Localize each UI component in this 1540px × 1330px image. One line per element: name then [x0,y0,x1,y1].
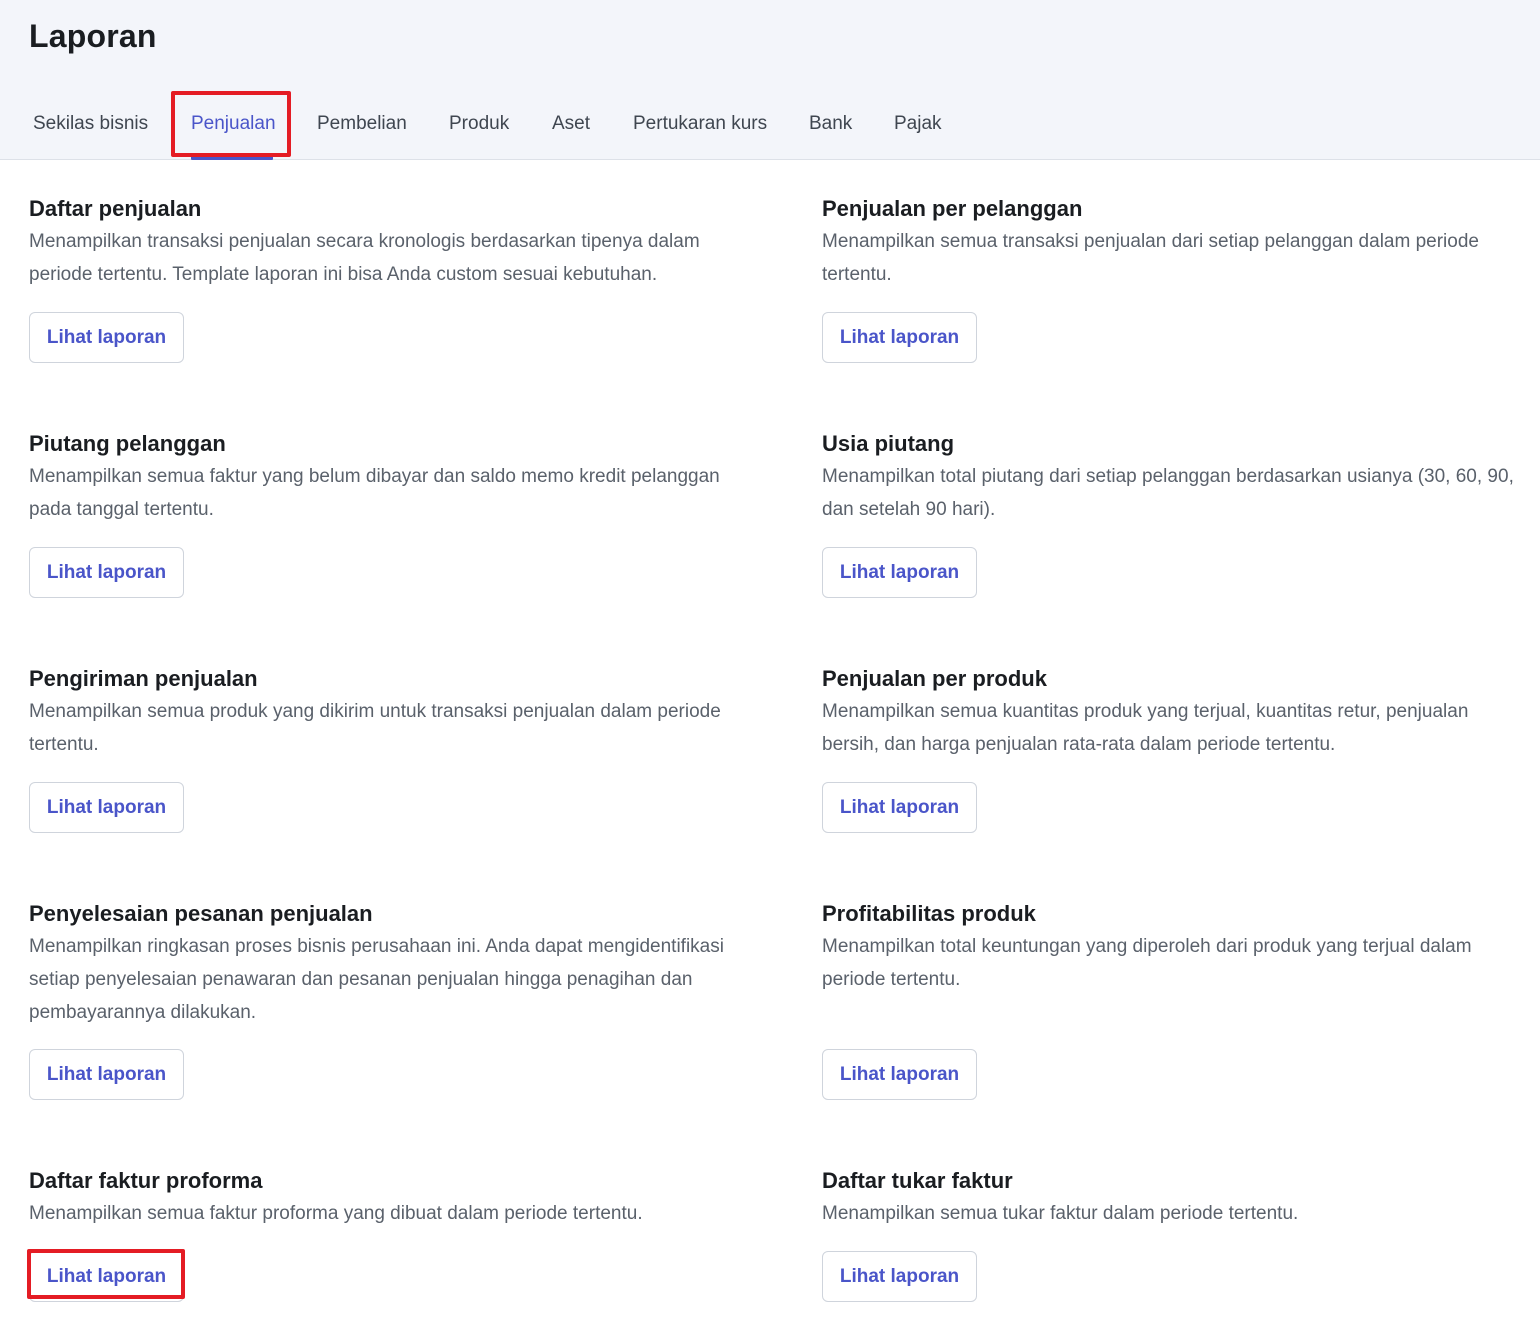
view-report-button-usia-piutang[interactable]: Lihat laporan [822,547,977,598]
tab-sekilas-bisnis[interactable]: Sekilas bisnis [33,96,148,158]
report-title: Piutang pelanggan [29,431,226,456]
report-description: Menampilkan semua faktur proforma yang d… [29,1203,643,1224]
report-title: Daftar tukar faktur [822,1168,1013,1193]
report-title: Penyelesaian pesanan penjualan [29,901,373,926]
report-description: Menampilkan transaksi penjualan secara k… [29,231,700,285]
view-report-button-penjualan-per-produk[interactable]: Lihat laporan [822,782,977,833]
tab-aset[interactable]: Aset [552,96,590,158]
active-tab-indicator [191,156,273,160]
report-description: Menampilkan total keuntungan yang dipero… [822,936,1472,990]
report-description: Menampilkan semua faktur yang belum diba… [29,466,720,520]
tab-pajak[interactable]: Pajak [894,96,942,158]
view-report-button-penjualan-per-pelanggan[interactable]: Lihat laporan [822,312,977,363]
report-description: Menampilkan ringkasan proses bisnis peru… [29,936,724,1023]
report-description: Menampilkan semua produk yang dikirim un… [29,701,721,755]
report-title: Usia piutang [822,431,955,456]
view-report-button-penyelesaian-pesanan-penjualan[interactable]: Lihat laporan [29,1049,184,1100]
report-title: Daftar faktur proforma [29,1168,263,1193]
report-card-daftar-faktur-proforma: Daftar faktur proforma Menampilkan semua… [29,1167,729,1230]
report-description: Menampilkan total piutang dari setiap pe… [822,466,1514,520]
report-title: Daftar penjualan [29,196,202,221]
view-report-button-daftar-tukar-faktur[interactable]: Lihat laporan [822,1251,977,1302]
report-description: Menampilkan semua transaksi penjualan da… [822,231,1479,285]
tab-pembelian[interactable]: Pembelian [317,96,407,158]
report-title: Pengiriman penjualan [29,666,258,691]
view-report-button-profitabilitas-produk[interactable]: Lihat laporan [822,1049,977,1100]
report-title: Profitabilitas produk [822,901,1036,926]
report-card-penjualan-per-pelanggan: Penjualan per pelanggan Menampilkan semu… [822,195,1522,291]
tab-penjualan[interactable]: Penjualan [191,96,276,158]
report-title: Penjualan per pelanggan [822,196,1083,221]
report-card-penyelesaian-pesanan-penjualan: Penyelesaian pesanan penjualan Menampilk… [29,900,729,1029]
report-title: Penjualan per produk [822,666,1047,691]
report-card-penjualan-per-produk: Penjualan per produk Menampilkan semua k… [822,665,1522,761]
report-description: Menampilkan semua kuantitas produk yang … [822,701,1469,755]
report-card-pengiriman-penjualan: Pengiriman penjualan Menampilkan semua p… [29,665,729,761]
report-description: Menampilkan semua tukar faktur dalam per… [822,1203,1299,1224]
tab-bank[interactable]: Bank [809,96,852,158]
page-title: Laporan [29,18,157,54]
view-report-button-pengiriman-penjualan[interactable]: Lihat laporan [29,782,184,833]
report-card-profitabilitas-produk: Profitabilitas produk Menampilkan total … [822,900,1522,996]
report-card-usia-piutang: Usia piutang Menampilkan total piutang d… [822,430,1522,526]
report-card-daftar-tukar-faktur: Daftar tukar faktur Menampilkan semua tu… [822,1167,1522,1230]
view-report-button-piutang-pelanggan[interactable]: Lihat laporan [29,547,184,598]
report-card-piutang-pelanggan: Piutang pelanggan Menampilkan semua fakt… [29,430,729,526]
tab-pertukaran-kurs[interactable]: Pertukaran kurs [633,96,767,158]
page-header: Laporan Sekilas bisnis Penjualan Pembeli… [0,0,1540,160]
view-report-button-daftar-faktur-proforma[interactable]: Lihat laporan [29,1251,184,1302]
view-report-button-daftar-penjualan[interactable]: Lihat laporan [29,312,184,363]
report-tabs: Sekilas bisnis Penjualan Pembelian Produ… [0,96,1540,160]
tab-produk[interactable]: Produk [449,96,509,158]
report-card-daftar-penjualan: Daftar penjualan Menampilkan transaksi p… [29,195,729,291]
